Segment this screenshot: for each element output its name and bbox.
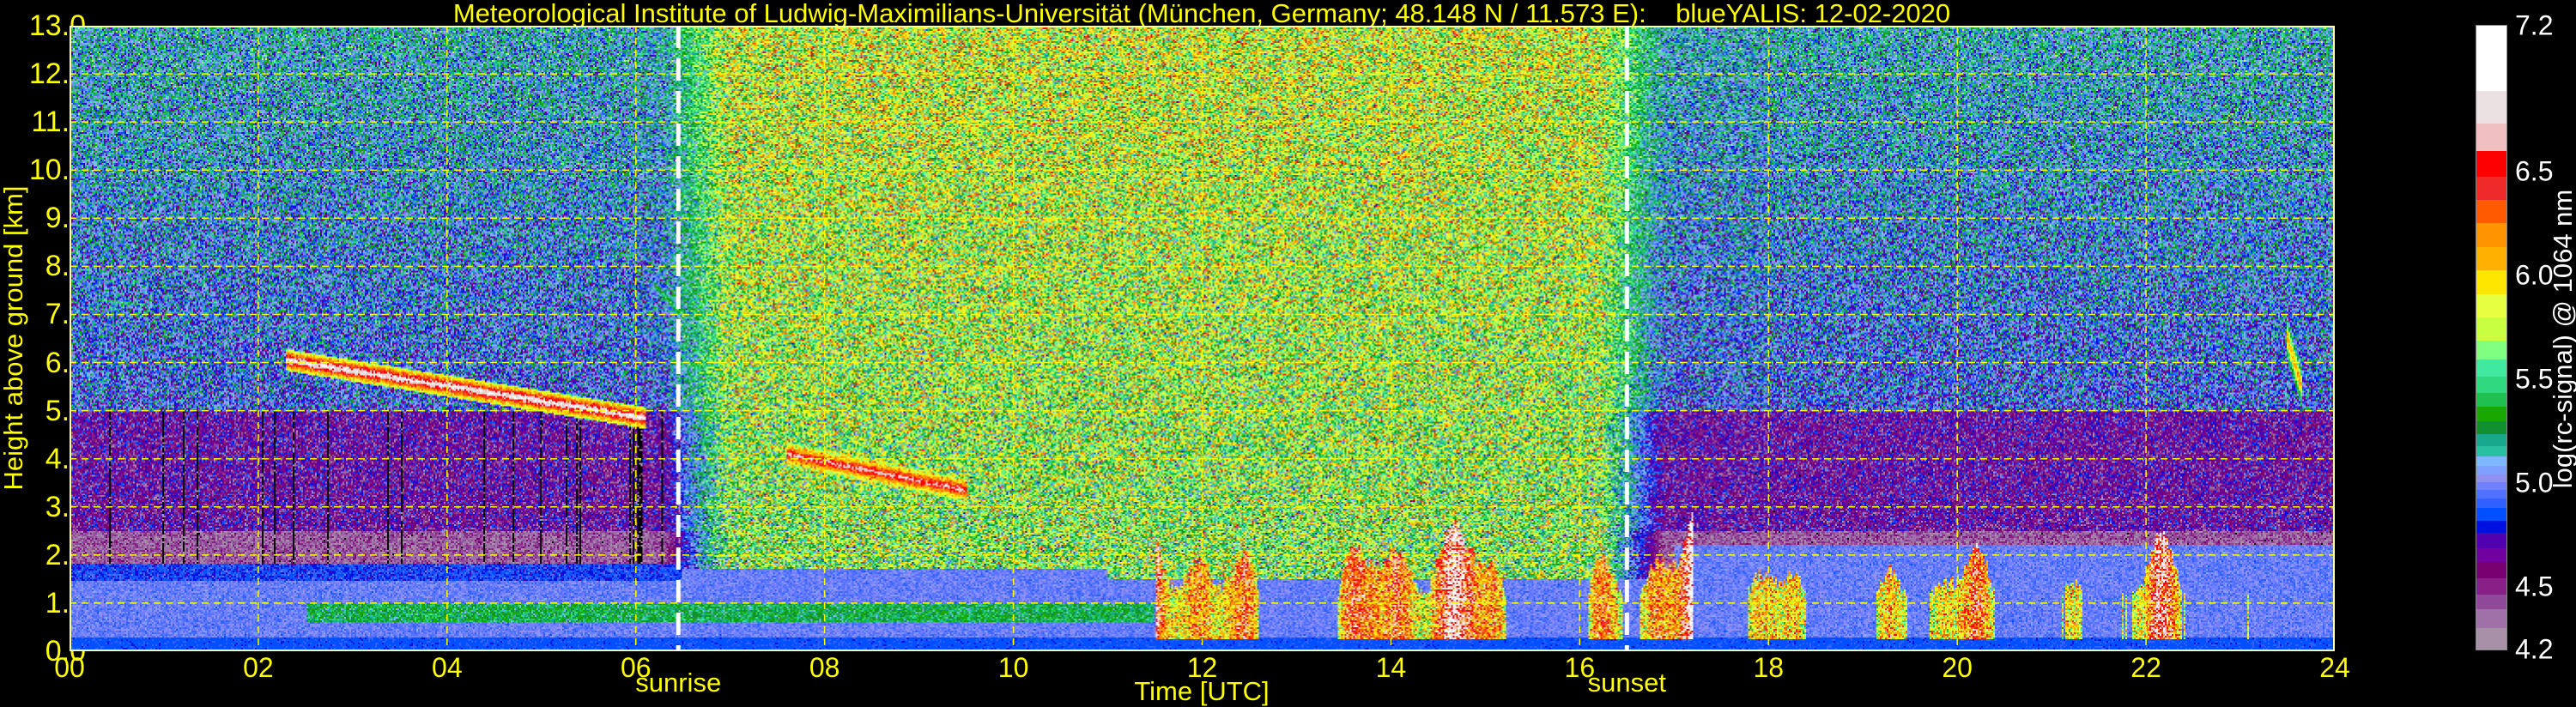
x-tick-label: 20 (1942, 652, 1973, 683)
colorbar-tick-label: 7.2 (2515, 9, 2554, 41)
sunrise-label: sunrise (635, 668, 722, 698)
plot-area (70, 26, 2335, 651)
colorbar-segment (2476, 269, 2506, 294)
x-tick-label: 22 (2131, 652, 2161, 683)
colorbar-segment (2476, 199, 2506, 223)
x-tick-label: 04 (432, 652, 463, 683)
colorbar-segment (2476, 489, 2506, 499)
colorbar-segment (2476, 359, 2506, 377)
colorbar-segment (2476, 433, 2506, 447)
colorbar-segment (2476, 317, 2506, 341)
colorbar-segment (2476, 406, 2506, 422)
colorbar-segment (2476, 594, 2506, 609)
colorbar-tick-label: 6.5 (2515, 155, 2554, 187)
colorbar-segment (2476, 376, 2506, 394)
colorbar-segment (2476, 627, 2506, 650)
x-tick-label: 02 (243, 652, 274, 683)
colorbar-segment (2476, 507, 2506, 521)
colorbar-segment (2476, 123, 2506, 152)
colorbar-label: log(rc-signal) @ 1064 nm (2548, 189, 2576, 489)
chart-title: Meteorological Institute of Ludwig-Maxim… (452, 0, 1951, 28)
colorbar-segment (2476, 26, 2506, 92)
colorbar-segment (2476, 547, 2506, 563)
colorbar-segment (2476, 420, 2506, 435)
colorbar-segment (2476, 577, 2506, 595)
colorbar-segment (2476, 176, 2506, 200)
colorbar (2476, 25, 2507, 650)
colorbar-segment (2476, 498, 2506, 509)
x-tick-label: 14 (1375, 652, 1407, 683)
colorbar-segment (2476, 481, 2506, 491)
colorbar-segment (2476, 150, 2506, 177)
colorbar-tick-label: 4.5 (2515, 571, 2554, 602)
colorbar-segment (2476, 445, 2506, 456)
y-axis-label: Height above ground [km] (0, 185, 28, 491)
colorbar-segment (2476, 293, 2506, 318)
colorbar-segment (2476, 456, 2506, 467)
colorbar-segment (2476, 608, 2506, 629)
plot-overlay (70, 26, 2335, 651)
x-axis-label: Time [UTC] (1134, 676, 1270, 706)
colorbar-segment (2476, 520, 2506, 533)
colorbar-segment (2476, 246, 2506, 271)
x-tick-label: 24 (2319, 652, 2350, 683)
colorbar-segment (2476, 222, 2506, 247)
colorbar-segment (2476, 474, 2506, 482)
colorbar-segment (2476, 340, 2506, 360)
colorbar-tick-label: 4.2 (2515, 633, 2554, 665)
x-tick-label: 10 (997, 652, 1029, 683)
x-tick-label: 18 (1753, 652, 1785, 683)
colorbar-segment (2476, 465, 2506, 474)
colorbar-segment (2476, 532, 2506, 549)
sunset-label: sunset (1587, 668, 1666, 698)
colorbar-segment (2476, 561, 2506, 578)
colorbar-segment (2476, 392, 2506, 408)
x-tick-label: 08 (809, 652, 840, 683)
colorbar-segment (2476, 90, 2506, 124)
